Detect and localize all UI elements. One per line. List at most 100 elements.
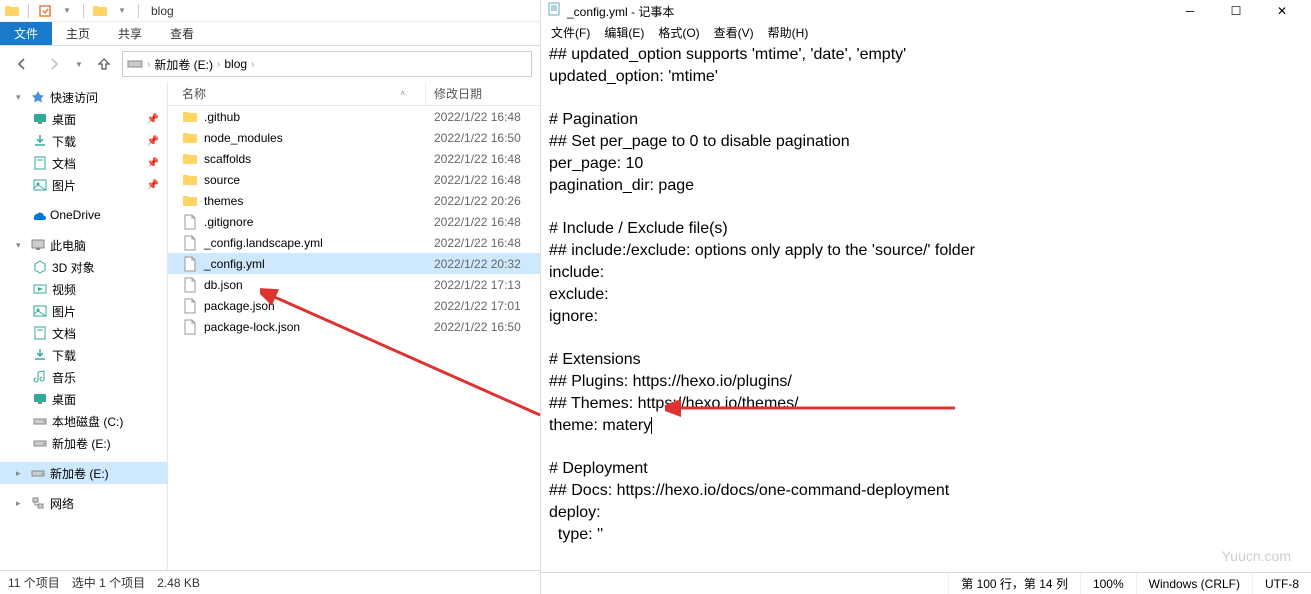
- nav-quick-access[interactable]: ▾快速访问: [0, 86, 167, 108]
- file-date: 2022/1/22 17:01: [426, 299, 540, 313]
- nav-item[interactable]: 视频: [0, 278, 167, 300]
- notepad-window: _config.yml - 记事本 ─ ☐ ✕ 文件(F) 编辑(E) 格式(O…: [541, 0, 1311, 594]
- nav-item[interactable]: 桌面📌: [0, 108, 167, 130]
- menu-edit[interactable]: 编辑(E): [598, 24, 650, 41]
- nav-item[interactable]: 图片: [0, 300, 167, 322]
- nav-network[interactable]: ▸网络: [0, 492, 167, 514]
- breadcrumb[interactable]: › 新加卷 (E:) › blog ›: [122, 51, 532, 77]
- close-button[interactable]: ✕: [1259, 0, 1305, 22]
- file-row[interactable]: .gitignore 2022/1/22 16:48: [168, 211, 540, 232]
- nav-item[interactable]: 本地磁盘 (C:): [0, 410, 167, 432]
- tab-home[interactable]: 主页: [52, 22, 104, 45]
- file-explorer-window: ▼ ▼ blog 文件 主页 共享 查看 ▼: [0, 0, 541, 594]
- nav-item[interactable]: 文档📌: [0, 152, 167, 174]
- file-date: 2022/1/22 20:32: [426, 257, 540, 271]
- nav-onedrive[interactable]: OneDrive: [0, 204, 167, 226]
- column-name[interactable]: 名称 ˄: [168, 82, 426, 105]
- file-name: package.json: [204, 299, 275, 313]
- file-date: 2022/1/22 16:48: [426, 215, 540, 229]
- folder-icon: [182, 109, 198, 125]
- pin-icon: 📌: [147, 114, 159, 125]
- file-row[interactable]: .github 2022/1/22 16:48: [168, 106, 540, 127]
- nav-item[interactable]: 文档: [0, 322, 167, 344]
- zoom-level: 100%: [1080, 573, 1136, 594]
- file-name: db.json: [204, 278, 243, 292]
- up-button[interactable]: [90, 51, 118, 77]
- nav-this-pc[interactable]: ▾此电脑: [0, 234, 167, 256]
- chevron-down-icon[interactable]: ▼: [112, 1, 132, 21]
- column-headers: 名称 ˄ 修改日期: [168, 82, 540, 106]
- file-name: package-lock.json: [204, 320, 300, 334]
- file-name: _config.yml: [204, 257, 265, 271]
- address-bar: ▼ › 新加卷 (E:) › blog ›: [0, 46, 540, 82]
- file-date: 2022/1/22 16:48: [426, 152, 540, 166]
- chevron-down-icon[interactable]: ▼: [57, 1, 77, 21]
- file-date: 2022/1/22 16:50: [426, 320, 540, 334]
- notepad-icon: [547, 2, 561, 21]
- file-row[interactable]: _config.yml 2022/1/22 20:32: [168, 253, 540, 274]
- back-button[interactable]: [8, 51, 36, 77]
- file-name: .github: [204, 110, 240, 124]
- tab-view[interactable]: 查看: [156, 22, 208, 45]
- forward-button[interactable]: [40, 51, 68, 77]
- folder-icon: [2, 1, 22, 21]
- file-row[interactable]: source 2022/1/22 16:48: [168, 169, 540, 190]
- folder-icon: [182, 130, 198, 146]
- sort-indicator-icon: ˄: [400, 89, 405, 98]
- file-date: 2022/1/22 20:26: [426, 194, 540, 208]
- nav-item[interactable]: 桌面: [0, 388, 167, 410]
- pin-icon: 📌: [147, 180, 159, 191]
- file-row[interactable]: _config.landscape.yml 2022/1/22 16:48: [168, 232, 540, 253]
- notepad-text-area[interactable]: ## updated_option supports 'mtime', 'dat…: [541, 42, 1311, 572]
- file-row[interactable]: themes 2022/1/22 20:26: [168, 190, 540, 211]
- file-name: node_modules: [204, 131, 283, 145]
- file-icon: [182, 256, 198, 272]
- nav-item[interactable]: 图片📌: [0, 174, 167, 196]
- recent-dropdown[interactable]: ▼: [72, 51, 86, 77]
- properties-icon[interactable]: [35, 1, 55, 21]
- notepad-statusbar: 第 100 行，第 14 列 100% Windows (CRLF) UTF-8: [541, 572, 1311, 594]
- line-ending: Windows (CRLF): [1136, 573, 1252, 594]
- file-row[interactable]: scaffolds 2022/1/22 16:48: [168, 148, 540, 169]
- encoding: UTF-8: [1252, 573, 1311, 594]
- file-date: 2022/1/22 16:50: [426, 131, 540, 145]
- breadcrumb-item[interactable]: blog: [220, 57, 251, 71]
- nav-item[interactable]: 新加卷 (E:): [0, 432, 167, 454]
- menu-file[interactable]: 文件(F): [545, 24, 596, 41]
- nav-drive-selected[interactable]: ▸新加卷 (E:): [0, 462, 167, 484]
- menu-view[interactable]: 查看(V): [708, 24, 760, 41]
- selection-count: 选中 1 个项目: [72, 574, 145, 591]
- nav-item[interactable]: 音乐: [0, 366, 167, 388]
- watermark: Yuucn.com: [1222, 548, 1291, 564]
- nav-item[interactable]: 下载📌: [0, 130, 167, 152]
- file-list-pane: 名称 ˄ 修改日期 .github 2022/1/22 16:48 node_m…: [168, 82, 540, 570]
- tab-file[interactable]: 文件: [0, 22, 52, 45]
- minimize-button[interactable]: ─: [1167, 0, 1213, 22]
- status-bar: 11 个项目 选中 1 个项目 2.48 KB: [0, 570, 540, 594]
- file-row[interactable]: package.json 2022/1/22 17:01: [168, 295, 540, 316]
- folder-icon: [182, 193, 198, 209]
- notepad-title: _config.yml - 记事本: [567, 3, 1167, 20]
- file-row[interactable]: package-lock.json 2022/1/22 16:50: [168, 316, 540, 337]
- file-row[interactable]: db.json 2022/1/22 17:13: [168, 274, 540, 295]
- tab-share[interactable]: 共享: [104, 22, 156, 45]
- file-name: scaffolds: [204, 152, 251, 166]
- file-row[interactable]: node_modules 2022/1/22 16:50: [168, 127, 540, 148]
- menu-format[interactable]: 格式(O): [652, 24, 705, 41]
- file-name: themes: [204, 194, 243, 208]
- breadcrumb-item[interactable]: 新加卷 (E:): [150, 56, 217, 73]
- notepad-menubar: 文件(F) 编辑(E) 格式(O) 查看(V) 帮助(H): [541, 22, 1311, 42]
- nav-item[interactable]: 3D 对象: [0, 256, 167, 278]
- file-date: 2022/1/22 16:48: [426, 110, 540, 124]
- file-name: source: [204, 173, 240, 187]
- folder-icon: [182, 151, 198, 167]
- folder-icon: [182, 172, 198, 188]
- menu-help[interactable]: 帮助(H): [762, 24, 815, 41]
- pin-icon: 📌: [147, 136, 159, 147]
- window-title: blog: [151, 4, 174, 18]
- maximize-button[interactable]: ☐: [1213, 0, 1259, 22]
- nav-item[interactable]: 下载: [0, 344, 167, 366]
- file-icon: [182, 298, 198, 314]
- column-date[interactable]: 修改日期: [426, 82, 540, 105]
- selection-size: 2.48 KB: [157, 576, 200, 590]
